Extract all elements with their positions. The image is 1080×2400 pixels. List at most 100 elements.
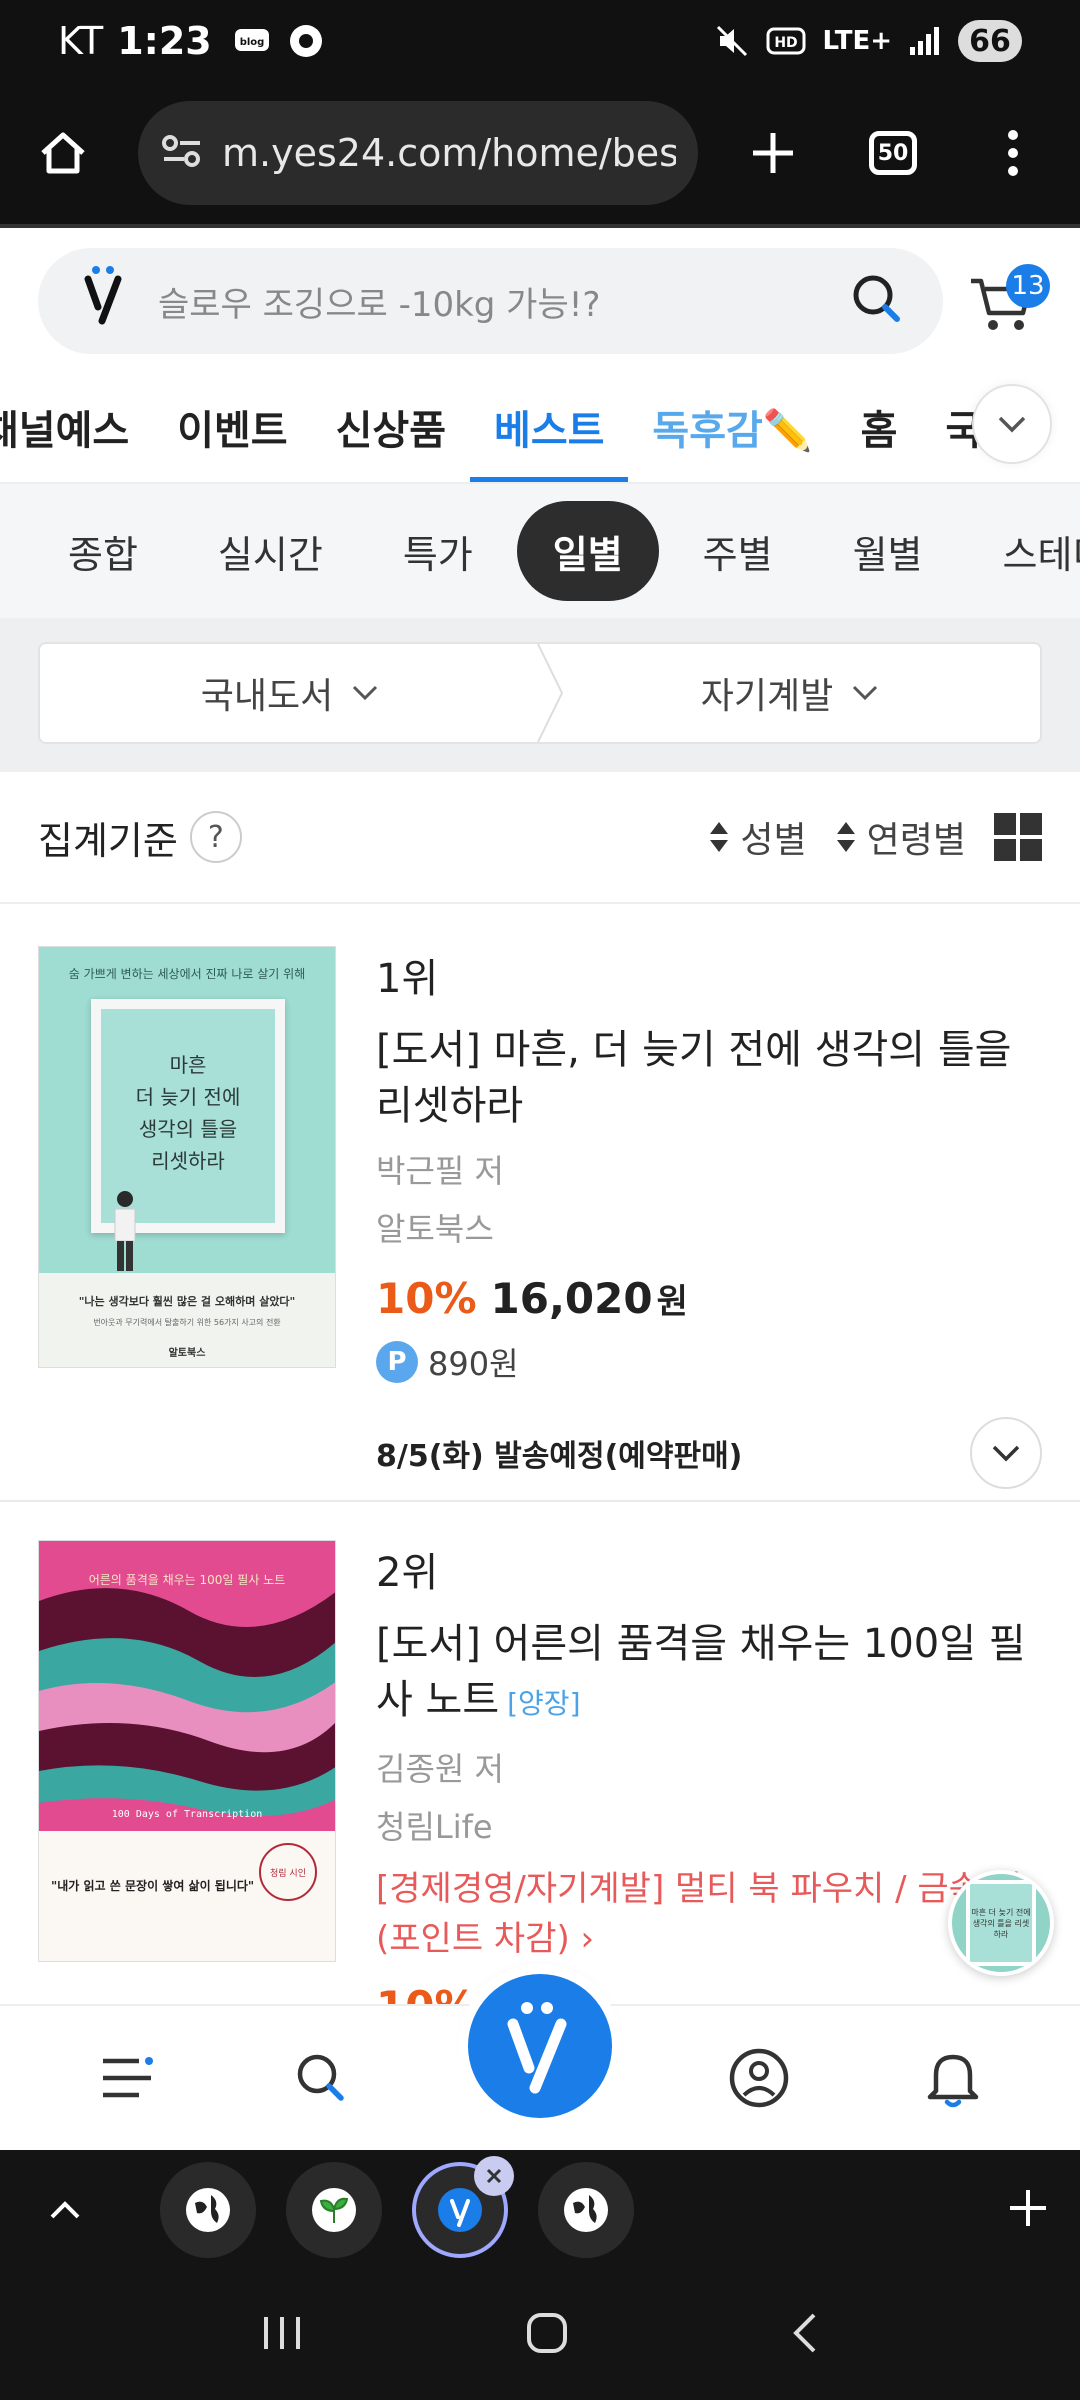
carrier: KT bbox=[58, 19, 104, 63]
browser-tab[interactable] bbox=[538, 2162, 634, 2258]
globe-icon bbox=[186, 2188, 230, 2232]
site-header: 슬로우 조깅으로 -10kg 가능!? 13 bbox=[0, 230, 1080, 372]
more-menu-icon[interactable] bbox=[978, 118, 1048, 188]
subcategory-select[interactable]: 자기계발 bbox=[540, 644, 1040, 742]
home-icon[interactable] bbox=[28, 118, 98, 188]
browser-tab-active[interactable] bbox=[412, 2156, 514, 2258]
notification-bell-icon[interactable] bbox=[903, 2028, 1003, 2128]
price-unit: 원 bbox=[656, 1282, 688, 1322]
product-title[interactable]: [도서] 마흔, 더 늦기 전에 생각의 틀을 리셋하라 bbox=[376, 1022, 1042, 1134]
divider bbox=[0, 1500, 1080, 1502]
address-bar[interactable]: m.yes24.com/home/best bbox=[138, 101, 698, 205]
nav-expand-button[interactable] bbox=[972, 384, 1052, 464]
help-icon[interactable]: ? bbox=[189, 811, 242, 863]
criteria-label: 집계기준 bbox=[38, 818, 178, 863]
cover-bottom: "나는 생각보다 훨씬 많은 걸 오해하며 살았다" 번아웃과 무기력에서 탈출… bbox=[39, 1273, 335, 1367]
tab-switcher-button[interactable]: 50 bbox=[858, 118, 928, 188]
cover-bottom: 청림 시인 "내가 읽고 쓴 문장이 쌓여 삶이 됩니다" bbox=[39, 1831, 335, 1961]
tab-steady[interactable]: 스테디 bbox=[967, 501, 1080, 601]
rank: 1위 bbox=[376, 956, 439, 1002]
home-nav-icon[interactable] bbox=[525, 2311, 569, 2359]
mute-icon bbox=[714, 23, 750, 59]
book-cover[interactable]: 어른의 품격을 채우는 100일 필사 노트 100 Days of Trans… bbox=[38, 1540, 336, 1962]
close-tab-icon[interactable] bbox=[474, 2156, 514, 2196]
record-icon bbox=[288, 23, 324, 59]
criteria-row: 집계기준 ? 성별 연령별 bbox=[0, 772, 1080, 904]
hd-icon: HD bbox=[766, 25, 806, 57]
tab-count: 50 bbox=[869, 131, 917, 175]
my-page-icon[interactable] bbox=[709, 2028, 809, 2128]
tab-weekly[interactable]: 주별 bbox=[667, 501, 809, 601]
shipping-info: 8/5(화) 발송예정(예약판매) bbox=[376, 1439, 743, 1474]
signal-icon bbox=[908, 25, 942, 57]
author[interactable]: 김종원 저 bbox=[376, 1744, 1042, 1790]
rank: 2위 bbox=[376, 1550, 439, 1596]
tab-special[interactable]: 특가 bbox=[367, 501, 509, 601]
search-icon[interactable] bbox=[271, 2028, 371, 2128]
tab-overall[interactable]: 종합 bbox=[32, 501, 174, 601]
cover-title: 어른의 품격을 채우는 100일 필사 노트 bbox=[88, 1573, 286, 1587]
sale-price: 16,020 bbox=[490, 1274, 653, 1323]
collapse-tabs-icon[interactable] bbox=[30, 2199, 100, 2221]
back-icon[interactable] bbox=[790, 2311, 820, 2359]
person-figure bbox=[114, 1191, 136, 1271]
browser-tab[interactable] bbox=[286, 2162, 382, 2258]
category-select[interactable]: 국내도서 bbox=[40, 644, 540, 742]
binding-tag: [양장] bbox=[507, 1687, 581, 1720]
svg-text:blog: blog bbox=[239, 37, 264, 48]
menu-icon[interactable] bbox=[77, 2028, 177, 2128]
tab-realtime[interactable]: 실시간 bbox=[182, 501, 359, 601]
product-item[interactable]: 숨 가쁘게 변하는 세상에서 진짜 나로 살기 위해 마흔 더 늦기 전에 생각… bbox=[0, 946, 1080, 1489]
globe-icon bbox=[564, 2188, 608, 2232]
subcategory-value: 자기계발 bbox=[700, 676, 834, 717]
sort-icon bbox=[710, 822, 729, 852]
new-tab-icon[interactable] bbox=[738, 118, 808, 188]
period-tabs: 종합 실시간 특가 일별 주별 월별 스테디 bbox=[0, 484, 1080, 618]
publisher[interactable]: 청림Life bbox=[376, 1802, 1042, 1848]
add-tab-icon[interactable] bbox=[1006, 2186, 1050, 2234]
sort-gender-button[interactable]: 성별 bbox=[708, 811, 807, 863]
publisher[interactable]: 알토북스 bbox=[376, 1204, 1042, 1250]
cover-top-text: 숨 가쁘게 변하는 세상에서 진짜 나로 살기 위해 bbox=[68, 967, 306, 981]
yes24-logo[interactable] bbox=[82, 263, 132, 339]
browser-tab[interactable] bbox=[160, 2162, 256, 2258]
sprout-icon bbox=[312, 2188, 356, 2232]
author[interactable]: 박근필 저 bbox=[376, 1146, 1042, 1192]
yes24-home-button[interactable] bbox=[468, 1974, 612, 2118]
grid-view-icon[interactable] bbox=[994, 813, 1042, 861]
nav-item-event[interactable]: 이벤트 bbox=[153, 372, 311, 482]
nav-item-review[interactable]: 독후감✏️ bbox=[628, 372, 836, 482]
expand-button[interactable] bbox=[970, 1417, 1042, 1489]
nav-item-channel-yes[interactable]: 채널예스 bbox=[0, 372, 153, 482]
book-cover[interactable]: 숨 가쁘게 변하는 세상에서 진짜 나로 살기 위해 마흔 더 늦기 전에 생각… bbox=[38, 946, 336, 1368]
site-settings-icon[interactable] bbox=[160, 131, 204, 175]
nav-item-new[interactable]: 신상품 bbox=[312, 372, 470, 482]
sort-age-button[interactable]: 연령별 bbox=[835, 811, 966, 863]
network-type: LTE+ bbox=[822, 26, 892, 56]
tab-daily[interactable]: 일별 bbox=[516, 501, 659, 601]
thumbnail-cover: 마흔 더 늦기 전에 생각의 틀을 리셋하라 bbox=[966, 1880, 1036, 1966]
filter-section: 국내도서 자기계발 bbox=[0, 618, 1080, 772]
clock: 1:23 bbox=[117, 19, 212, 63]
chevron-down-icon bbox=[853, 685, 878, 701]
promo-link[interactable]: [경제경영/자기계발] 멀티 북 파우치 / 금속 키 (포인트 차감) › bbox=[376, 1864, 1042, 1964]
shipping-row: 8/5(화) 발송예정(예약판매) bbox=[376, 1417, 1042, 1489]
chevron-down-icon bbox=[353, 685, 378, 701]
status-bar: KT 1:23 blog HD LTE+ 66 bbox=[0, 0, 1080, 82]
cover-english: 100 Days of Transcription bbox=[111, 1809, 263, 1820]
main-nav: 채널예스 이벤트 신상품 베스트 독후감✏️ 홈 국내 bbox=[0, 372, 1080, 484]
recent-apps-icon[interactable] bbox=[260, 2313, 304, 2357]
recent-viewed-thumbnail[interactable]: 마흔 더 늦기 전에 생각의 틀을 리셋하라 bbox=[948, 1870, 1054, 1976]
search-icon[interactable] bbox=[849, 271, 905, 331]
blog-icon: blog bbox=[234, 26, 270, 56]
search-bar[interactable]: 슬로우 조깅으로 -10kg 가능!? bbox=[38, 248, 943, 354]
tab-monthly[interactable]: 월별 bbox=[817, 501, 959, 601]
category-value: 국내도서 bbox=[200, 676, 334, 717]
svg-text:HD: HD bbox=[775, 35, 798, 51]
search-input[interactable]: 슬로우 조깅으로 -10kg 가능!? bbox=[158, 277, 849, 326]
nav-item-home[interactable]: 홈 bbox=[837, 372, 922, 482]
product-title[interactable]: [도서] 어른의 품격을 채우는 100일 필사 노트 [양장] bbox=[376, 1616, 1042, 1732]
nav-item-best[interactable]: 베스트 bbox=[470, 372, 629, 482]
product-item[interactable]: 어른의 품격을 채우는 100일 필사 노트 100 Days of Trans… bbox=[0, 1540, 1080, 2031]
cart-button[interactable]: 13 bbox=[963, 256, 1050, 346]
